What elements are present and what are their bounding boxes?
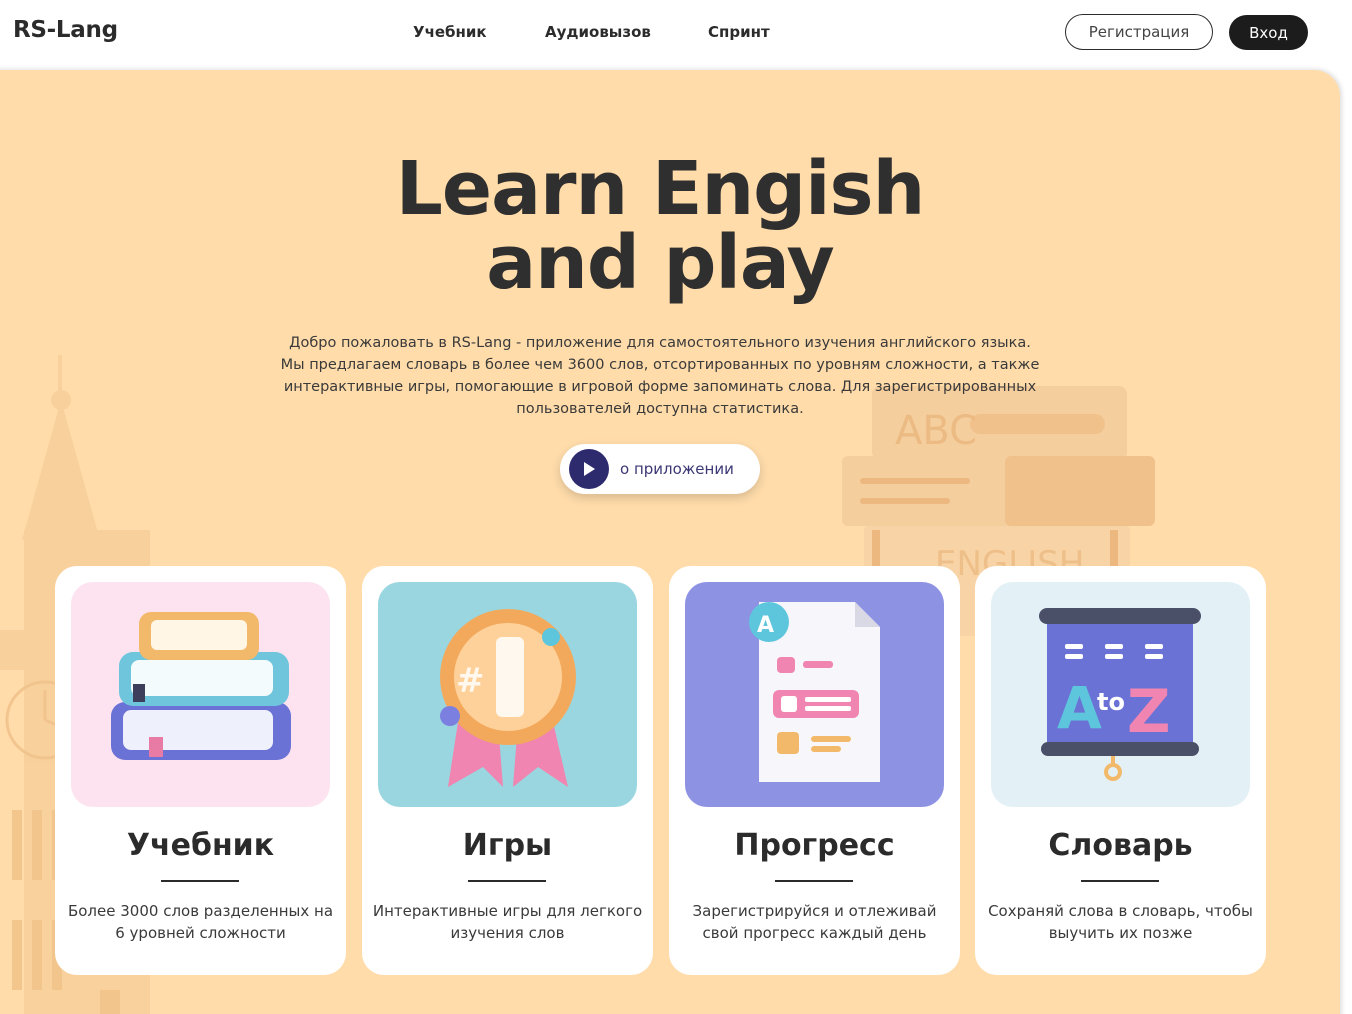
svg-text:to: to [1097, 688, 1125, 716]
card-title: Прогресс [734, 828, 895, 863]
card-text: Более 3000 слов разделенных на 6 уровней… [67, 902, 334, 942]
about-app-label: о приложении [620, 460, 734, 478]
card-divider [468, 880, 546, 882]
medal-number-one-icon: # [378, 582, 637, 807]
a-to-z-board-icon: A to Z [991, 582, 1250, 807]
hero-description: Добро пожаловать в RS-Lang - приложение … [280, 335, 1040, 417]
card-title: Словарь [1048, 828, 1193, 863]
card-divider [161, 880, 239, 882]
feature-card-textbook[interactable]: Учебник Более 3000 слов разделенных на 6… [55, 566, 346, 975]
hero-title-line-1: Learn Engish [395, 146, 926, 232]
top-header: RS-Lang Учебник Аудиовызов Спринт Регист… [0, 0, 1352, 70]
card-divider [1081, 880, 1159, 882]
register-button[interactable]: Регистрация [1065, 14, 1213, 50]
card-text: Интерактивные игры для легкого изучения … [372, 902, 643, 942]
nav-link-audiocall[interactable]: Аудиовызов [545, 23, 651, 41]
card-divider [775, 880, 853, 882]
nav-link-sprint[interactable]: Спринт [708, 23, 770, 41]
play-icon [569, 449, 609, 489]
feature-card-dictionary[interactable]: A to Z Словарь Сохраняй слова в словарь,… [975, 566, 1266, 975]
svg-text:Z: Z [1127, 677, 1171, 747]
svg-text:A: A [1057, 674, 1102, 742]
hero-title: Learn Engish and play [0, 152, 1320, 300]
logo[interactable]: RS-Lang [13, 17, 118, 43]
about-app-button[interactable]: о приложении [560, 444, 760, 494]
hero-title-line-2: and play [486, 220, 835, 306]
nav-link-textbook[interactable]: Учебник [413, 23, 487, 41]
feature-card-games[interactable]: # Игры Интерактивные игры для легкого из… [362, 566, 653, 975]
feature-card-progress[interactable]: A Прогресс Зарегистрируйся и отлеживай с… [669, 566, 960, 975]
svg-text:A: A [757, 613, 774, 638]
card-text: Сохраняй слова в словарь, чтобы выучить … [988, 902, 1253, 942]
login-button[interactable]: Вход [1229, 15, 1308, 50]
grade-report-icon: A [685, 582, 944, 807]
card-title: Учебник [126, 828, 275, 863]
svg-text:#: # [456, 661, 485, 701]
card-title: Игры [462, 828, 553, 863]
books-stack-icon [71, 582, 330, 807]
card-text: Зарегистрируйся и отлеживай свой прогрес… [692, 902, 937, 942]
